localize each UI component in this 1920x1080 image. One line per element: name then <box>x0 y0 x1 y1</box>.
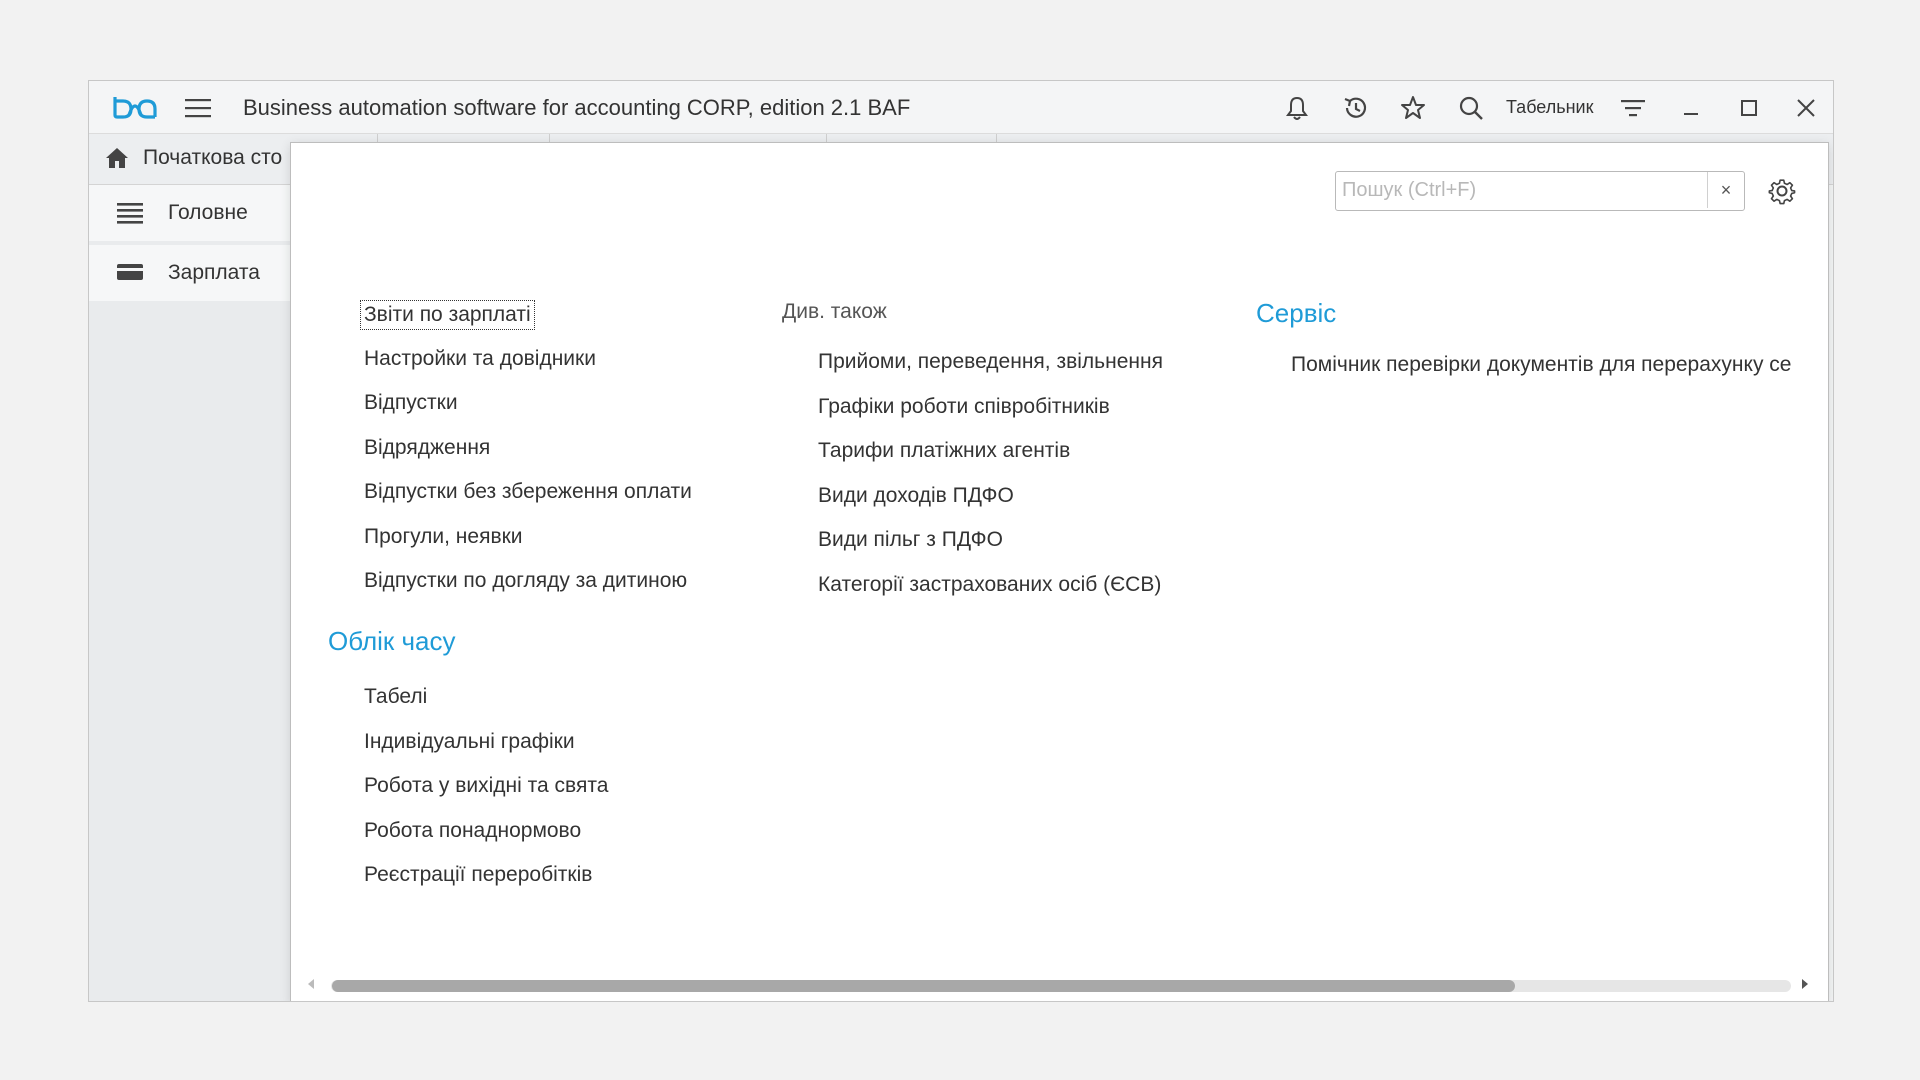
link-recalc-check-assistant[interactable]: Помічник перевірки документів для перера… <box>1291 353 1791 377</box>
link-childcare-leave[interactable]: Відпустки по догляду за дитиною <box>364 569 687 593</box>
section-title-time-tracking: Облік часу <box>328 626 456 656</box>
main-menu-icon[interactable] <box>185 98 211 118</box>
tab-home-label: Початкова сто <box>143 146 283 169</box>
user-name[interactable]: Табельник <box>1506 97 1593 118</box>
favorites-star-icon[interactable] <box>1399 94 1427 122</box>
history-icon[interactable] <box>1341 94 1369 122</box>
link-pdfo-income-types[interactable]: Види доходів ПДФО <box>818 484 1014 508</box>
link-hiring-transfers-dismissals[interactable]: Прийоми, переведення, звільнення <box>818 350 1163 374</box>
sidebar-item-label: Зарплата <box>168 261 260 284</box>
section-title-service: Сервіс <box>1256 298 1337 328</box>
filter-settings-icon[interactable] <box>1619 94 1647 122</box>
link-employee-schedules[interactable]: Графіки роботи співробітників <box>818 395 1110 419</box>
scroll-thumb[interactable] <box>332 980 1515 992</box>
horizontal-scrollbar[interactable] <box>291 969 1828 999</box>
section-commands-panel: × Звіти по зарплаті Настройки та довідни… <box>290 142 1829 1001</box>
sidebar-item-main[interactable]: Головне <box>89 185 290 241</box>
minimize-icon[interactable] <box>1677 94 1705 122</box>
link-overtime-work[interactable]: Робота понаднормово <box>364 819 581 843</box>
sidebar-item-salary[interactable]: Зарплата <box>89 245 290 301</box>
app-window: Business automation software for account… <box>88 80 1834 1002</box>
link-insured-categories[interactable]: Категорії застрахованих осіб (ЄСВ) <box>818 573 1161 597</box>
sections-sidebar: Головне Зарплата <box>89 185 291 1001</box>
baf-logo-icon[interactable] <box>111 93 159 121</box>
link-unpaid-leave[interactable]: Відпустки без збереження оплати <box>364 480 692 504</box>
gear-icon[interactable] <box>1768 177 1796 205</box>
home-icon <box>106 148 128 168</box>
link-payment-agent-tariffs[interactable]: Тарифи платіжних агентів <box>818 439 1070 463</box>
link-overtime-registrations[interactable]: Реєстрації переробітків <box>364 863 592 887</box>
wallet-icon <box>117 264 143 280</box>
link-individual-schedules[interactable]: Індивідуальні графіки <box>364 730 575 754</box>
link-vacations[interactable]: Відпустки <box>364 391 458 415</box>
search-icon[interactable] <box>1457 94 1485 122</box>
sidebar-item-label: Головне <box>168 201 248 224</box>
scroll-left-icon[interactable] <box>307 978 315 990</box>
title-bar: Business automation software for account… <box>89 81 1833 134</box>
link-settings-directories[interactable]: Настройки та довідники <box>364 347 596 371</box>
link-pdfo-benefit-types[interactable]: Види пільг з ПДФО <box>818 528 1003 552</box>
see-also-title: Див. також <box>782 300 887 323</box>
search-box: × <box>1335 171 1745 211</box>
maximize-icon[interactable] <box>1735 94 1763 122</box>
tab-home[interactable]: Початкова сто <box>105 146 282 170</box>
link-business-trips[interactable]: Відрядження <box>364 436 490 460</box>
list-icon <box>117 203 143 224</box>
link-weekend-work[interactable]: Робота у вихідні та свята <box>364 774 608 798</box>
bell-icon[interactable] <box>1283 94 1311 122</box>
link-absences[interactable]: Прогули, неявки <box>364 525 523 549</box>
search-input[interactable] <box>1336 172 1708 208</box>
clear-search-button[interactable]: × <box>1707 172 1744 208</box>
link-salary-reports[interactable]: Звіти по зарплаті <box>360 300 535 330</box>
link-timesheets[interactable]: Табелі <box>364 685 427 709</box>
app-title: Business automation software for account… <box>243 95 911 120</box>
close-window-icon[interactable] <box>1792 94 1820 122</box>
scroll-right-icon[interactable] <box>1801 978 1809 990</box>
